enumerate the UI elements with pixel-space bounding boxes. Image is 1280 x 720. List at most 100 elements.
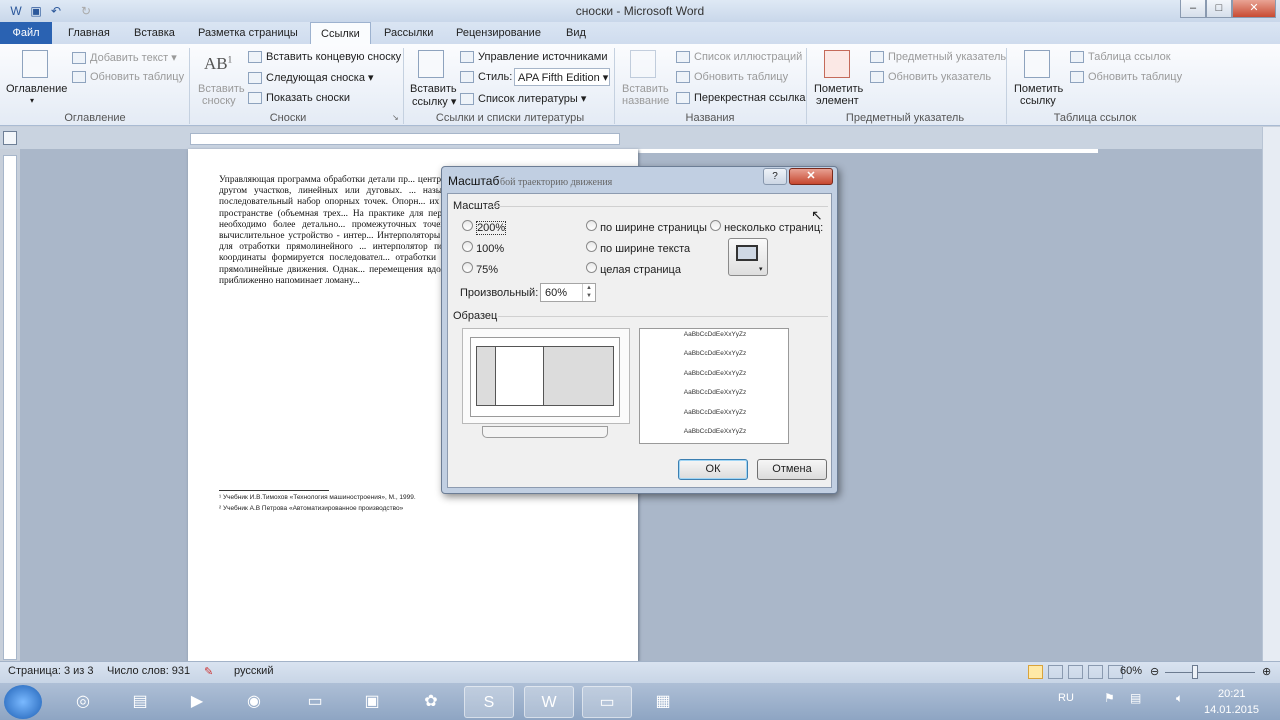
group-label-footnotes: Сноски (269, 112, 307, 124)
insert-caption-button-line2[interactable]: название (622, 95, 669, 107)
update-toc-button[interactable]: Обновить таблицу (72, 71, 184, 84)
dialog-launcher-icon[interactable]: ↘ (392, 113, 399, 122)
style-dropdown[interactable]: APA Fifth Edition ▾ (514, 68, 610, 86)
cross-reference-button[interactable]: Перекрестная ссылка (676, 92, 806, 105)
camera-icon[interactable]: ▦ (638, 686, 688, 718)
tab-selector-icon[interactable] (3, 131, 17, 145)
radio-many-pages[interactable]: несколько страниц: (710, 220, 823, 234)
cancel-button[interactable]: Отмена (757, 459, 827, 480)
tab-home[interactable]: Главная (58, 22, 120, 44)
insert-footnote-button[interactable]: Вставить (198, 83, 245, 95)
radio-100[interactable]: 100% (462, 241, 504, 255)
preview-stand (482, 426, 608, 438)
insert-index-button[interactable]: Предметный указатель (870, 51, 1006, 64)
tab-review[interactable]: Рецензирование (446, 22, 551, 44)
bibliography-button[interactable]: Список литературы ▾ (460, 92, 586, 106)
table-of-figures-button[interactable]: Список иллюстраций (676, 51, 802, 64)
tab-file[interactable]: Файл (0, 22, 52, 44)
help-button[interactable]: ? (763, 168, 787, 185)
page-count[interactable]: Страница: 3 из 3 (8, 665, 94, 677)
insert-footnote-button-line2[interactable]: сноску (202, 95, 236, 107)
web-layout-icon[interactable] (1068, 665, 1083, 679)
insert-endnote-button[interactable]: Вставить концевую сноску (248, 51, 401, 64)
language-indicator[interactable]: русский (234, 665, 273, 677)
percent-spinner[interactable]: ▲ ▼ (582, 284, 595, 301)
mark-entry-icon (824, 50, 850, 78)
add-text-button[interactable]: Добавить текст ▾ (72, 51, 177, 65)
tab-page-layout[interactable]: Разметка страницы (188, 22, 308, 44)
dialog-close-button[interactable]: ✕ (789, 168, 833, 185)
mark-citation-button-line2[interactable]: ссылку (1020, 95, 1056, 107)
radio-whole-page[interactable]: целая страница (586, 262, 681, 276)
radio-page-width[interactable]: по ширине страницы (586, 220, 707, 234)
window-title: сноски - Microsoft Word (575, 4, 705, 18)
mouse-cursor-icon: ↖ (811, 207, 823, 223)
sample-line: AaBbCcDdEeXxYyZz (683, 370, 747, 377)
insert-caption-button[interactable]: Вставить (622, 83, 669, 95)
footnote-icon: AB1 (204, 54, 233, 73)
mark-citation-button[interactable]: Пометить (1014, 83, 1063, 95)
full-screen-icon[interactable] (1048, 665, 1063, 679)
insert-citation-button-line2[interactable]: ссылку ▾ (412, 95, 456, 108)
zoom-level[interactable]: 60% (1120, 665, 1142, 677)
terminal-icon[interactable]: ▭ (290, 686, 340, 718)
word-taskbar-icon[interactable]: W (524, 686, 574, 718)
media-player-icon[interactable]: ▶ (172, 686, 222, 718)
footnote-1[interactable]: ¹ Учебник И.В.Тимохов «Технология машино… (219, 494, 416, 501)
insert-toa-button[interactable]: Таблица ссылок (1070, 51, 1171, 64)
volume-icon[interactable]: 🔈︎ (1176, 691, 1183, 706)
update-toa-button[interactable]: Обновить таблицу (1070, 71, 1182, 84)
radio-text-width[interactable]: по ширине текста (586, 241, 690, 255)
group-separator (1006, 48, 1007, 124)
tab-insert[interactable]: Вставка (124, 22, 185, 44)
insert-caption-icon (630, 50, 656, 78)
clock-date[interactable]: 14.01.2015 (1204, 704, 1259, 716)
vertical-ruler[interactable] (3, 155, 17, 660)
show-notes-button[interactable]: Показать сноски (248, 92, 350, 105)
manage-sources-button[interactable]: Управление источниками (460, 51, 607, 64)
input-language[interactable]: RU (1058, 692, 1074, 704)
clock-time[interactable]: 20:21 (1218, 688, 1246, 700)
footnote-2[interactable]: ² Учебник А.В Петрова «Автоматизированно… (219, 505, 403, 512)
mark-entry-button[interactable]: Пометить (814, 83, 863, 95)
zoom-out-icon[interactable]: ⊖ (1150, 665, 1159, 678)
insert-citation-button[interactable]: Вставить (410, 83, 457, 95)
network-icon[interactable]: ▤ (1130, 691, 1141, 705)
monitor-pages-button[interactable]: ▾ (728, 238, 768, 276)
tab-view[interactable]: Вид (556, 22, 596, 44)
display-icon[interactable]: ▭ (582, 686, 632, 718)
outline-icon[interactable] (1088, 665, 1103, 679)
tab-references[interactable]: Ссылки (310, 22, 371, 44)
update-index-button[interactable]: Обновить указатель (870, 71, 991, 84)
gimp-icon[interactable]: ✿ (406, 686, 456, 718)
minimize-button[interactable]: – (1180, 0, 1206, 18)
zoom-slider-track[interactable] (1165, 672, 1255, 673)
save-app-icon[interactable]: ▣ (347, 686, 397, 718)
app-icon[interactable]: ◉ (229, 686, 279, 718)
mark-entry-button-line2[interactable]: элемент (816, 95, 859, 107)
flag-icon[interactable]: ⚑ (1104, 691, 1115, 705)
maximize-button[interactable]: □ (1206, 0, 1232, 18)
radio-75[interactable]: 75% (462, 262, 498, 276)
tab-mailings[interactable]: Рассылки (374, 22, 443, 44)
zoom-slider-thumb[interactable] (1192, 665, 1198, 679)
chrome-icon[interactable]: ◎ (58, 686, 108, 718)
zoom-in-icon[interactable]: ⊕ (1262, 665, 1271, 678)
radio-200[interactable]: 200% (462, 220, 507, 235)
update-table-button[interactable]: Обновить таблицу (676, 71, 788, 84)
group-divider (492, 206, 828, 207)
group-separator (403, 48, 404, 124)
horizontal-ruler[interactable] (190, 133, 620, 145)
explorer-icon[interactable]: ▤ (115, 686, 165, 718)
word-count[interactable]: Число слов: 931 (107, 665, 190, 677)
toc-button[interactable]: Оглавление (6, 83, 67, 95)
mark-citation-icon (1024, 50, 1050, 78)
print-layout-icon[interactable] (1028, 665, 1043, 679)
start-button[interactable] (4, 685, 42, 719)
ok-button[interactable]: ОК (678, 459, 748, 480)
vertical-scrollbar[interactable] (1262, 127, 1280, 661)
next-footnote-button[interactable]: Следующая сноска ▾ (248, 71, 374, 85)
proofing-icon[interactable]: ✎ (204, 665, 213, 678)
skype-icon[interactable]: S (464, 686, 514, 718)
close-button[interactable]: ✕ (1232, 0, 1276, 18)
